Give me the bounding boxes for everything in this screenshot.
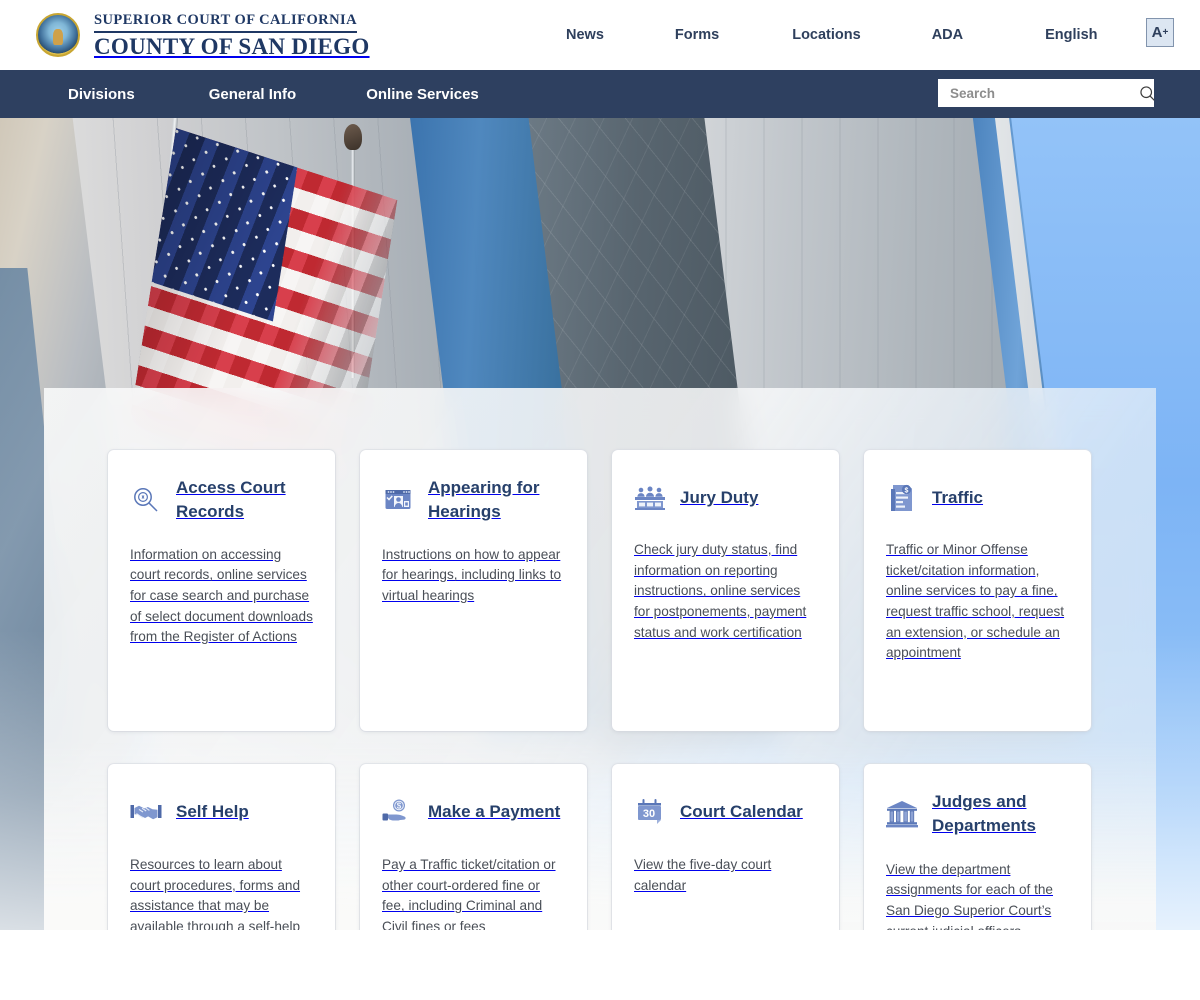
quick-links-grid: Access Court Records Information on acce… — [108, 450, 1096, 930]
calendar-day-number: 30 — [643, 808, 655, 820]
card-title: Traffic — [932, 487, 984, 507]
court-seal-icon — [36, 12, 80, 57]
site-logo-link[interactable]: SUPERIOR COURT OF CALIFORNIA COUNTY OF S… — [36, 11, 370, 59]
increase-font-size-button[interactable]: A + — [1146, 18, 1174, 47]
search-submit-button[interactable] — [1139, 79, 1156, 107]
card-title: Court Calendar — [680, 801, 803, 821]
card-description: Traffic or Minor Offense ticket/citation… — [886, 542, 1065, 661]
font-size-letter: A — [1151, 24, 1163, 41]
card-self-help[interactable]: Self Help Resources to learn about court… — [108, 764, 335, 930]
card-header: Judges and Departments — [886, 790, 1069, 839]
card-court-calendar[interactable]: 30 Court Calendar View the five-day cour… — [612, 764, 839, 930]
card-title: Make a Payment — [428, 801, 561, 821]
search-icon — [1140, 85, 1155, 101]
calendar-icon: 30 — [634, 796, 666, 828]
card-header: 30 Court Calendar — [634, 790, 817, 834]
card-make-a-payment[interactable]: $ Make a Payment Pay a Traffic ticket/ci… — [360, 764, 587, 930]
card-description: Check jury duty status, find information… — [634, 542, 807, 640]
jury-box-icon — [634, 482, 666, 514]
search-box — [938, 79, 1156, 107]
card-title: Jury Duty — [680, 487, 759, 507]
card-access-court-records[interactable]: Access Court Records Information on acce… — [108, 450, 335, 731]
nav-item-general-info[interactable]: General Info — [209, 86, 297, 103]
util-link-forms[interactable]: Forms — [675, 27, 719, 43]
card-header: Jury Duty — [634, 476, 817, 520]
card-jury-duty[interactable]: Jury Duty Check jury duty status, find i… — [612, 450, 839, 731]
card-judges-and-departments[interactable]: Judges and Departments View the departme… — [864, 764, 1091, 930]
main-navigation: Divisions General Info Online Services — [0, 70, 1200, 118]
handshake-icon — [130, 796, 162, 828]
card-header: Self Help — [130, 790, 313, 834]
util-link-ada[interactable]: ADA — [932, 27, 963, 43]
card-description: View the department assignments for each… — [886, 861, 1053, 930]
quick-links-panel: Access Court Records Information on acce… — [44, 388, 1156, 930]
hand-coin-icon: $ — [382, 796, 414, 828]
card-header: Appearing for Hearings — [382, 476, 565, 525]
traffic-ticket-icon: $ — [886, 482, 918, 514]
brand-line-superior-court: SUPERIOR COURT OF CALIFORNIA — [94, 12, 358, 33]
util-link-locations[interactable]: Locations — [792, 27, 860, 43]
brand-line-county: COUNTY OF SAN DIEGO — [94, 33, 370, 59]
card-header: $ Make a Payment — [382, 790, 565, 834]
courthouse-icon — [886, 798, 918, 830]
site-header: SUPERIOR COURT OF CALIFORNIA COUNTY OF S… — [0, 0, 1200, 70]
nav-item-online-services[interactable]: Online Services — [366, 86, 479, 103]
card-title: Self Help — [176, 801, 249, 821]
card-title: Appearing for Hearings — [428, 478, 540, 522]
language-selector-english[interactable]: English — [1045, 27, 1097, 43]
hero-section: Access Court Records Information on acce… — [0, 118, 1200, 930]
card-header: $ Traffic — [886, 476, 1069, 520]
card-description: Pay a Traffic ticket/citation or other c… — [382, 857, 556, 930]
card-appearing-for-hearings[interactable]: Appearing for Hearings Instructions on h… — [360, 450, 587, 731]
search-input[interactable] — [938, 85, 1139, 101]
brand-text: SUPERIOR COURT OF CALIFORNIA COUNTY OF S… — [94, 11, 370, 59]
card-title: Judges and Departments — [932, 792, 1036, 836]
util-link-news[interactable]: News — [566, 27, 604, 43]
card-traffic[interactable]: $ Traffic Traffic or Minor Offense ticke… — [864, 450, 1091, 731]
svg-text:$: $ — [905, 488, 909, 495]
card-description: View the five-day court calendar — [634, 857, 772, 893]
card-description: Instructions on how to appear for hearin… — [382, 546, 562, 603]
nav-item-divisions[interactable]: Divisions — [68, 86, 135, 103]
card-header: Access Court Records — [130, 476, 313, 525]
magnifying-glass-icon — [130, 484, 162, 516]
utility-navigation: News Forms Locations ADA English — [560, 0, 1200, 70]
video-hearing-icon — [382, 484, 414, 516]
card-description: Resources to learn about court procedure… — [130, 857, 301, 930]
card-description: Information on accessing court records, … — [130, 546, 313, 645]
card-title: Access Court Records — [176, 478, 286, 522]
svg-text:$: $ — [397, 801, 402, 810]
